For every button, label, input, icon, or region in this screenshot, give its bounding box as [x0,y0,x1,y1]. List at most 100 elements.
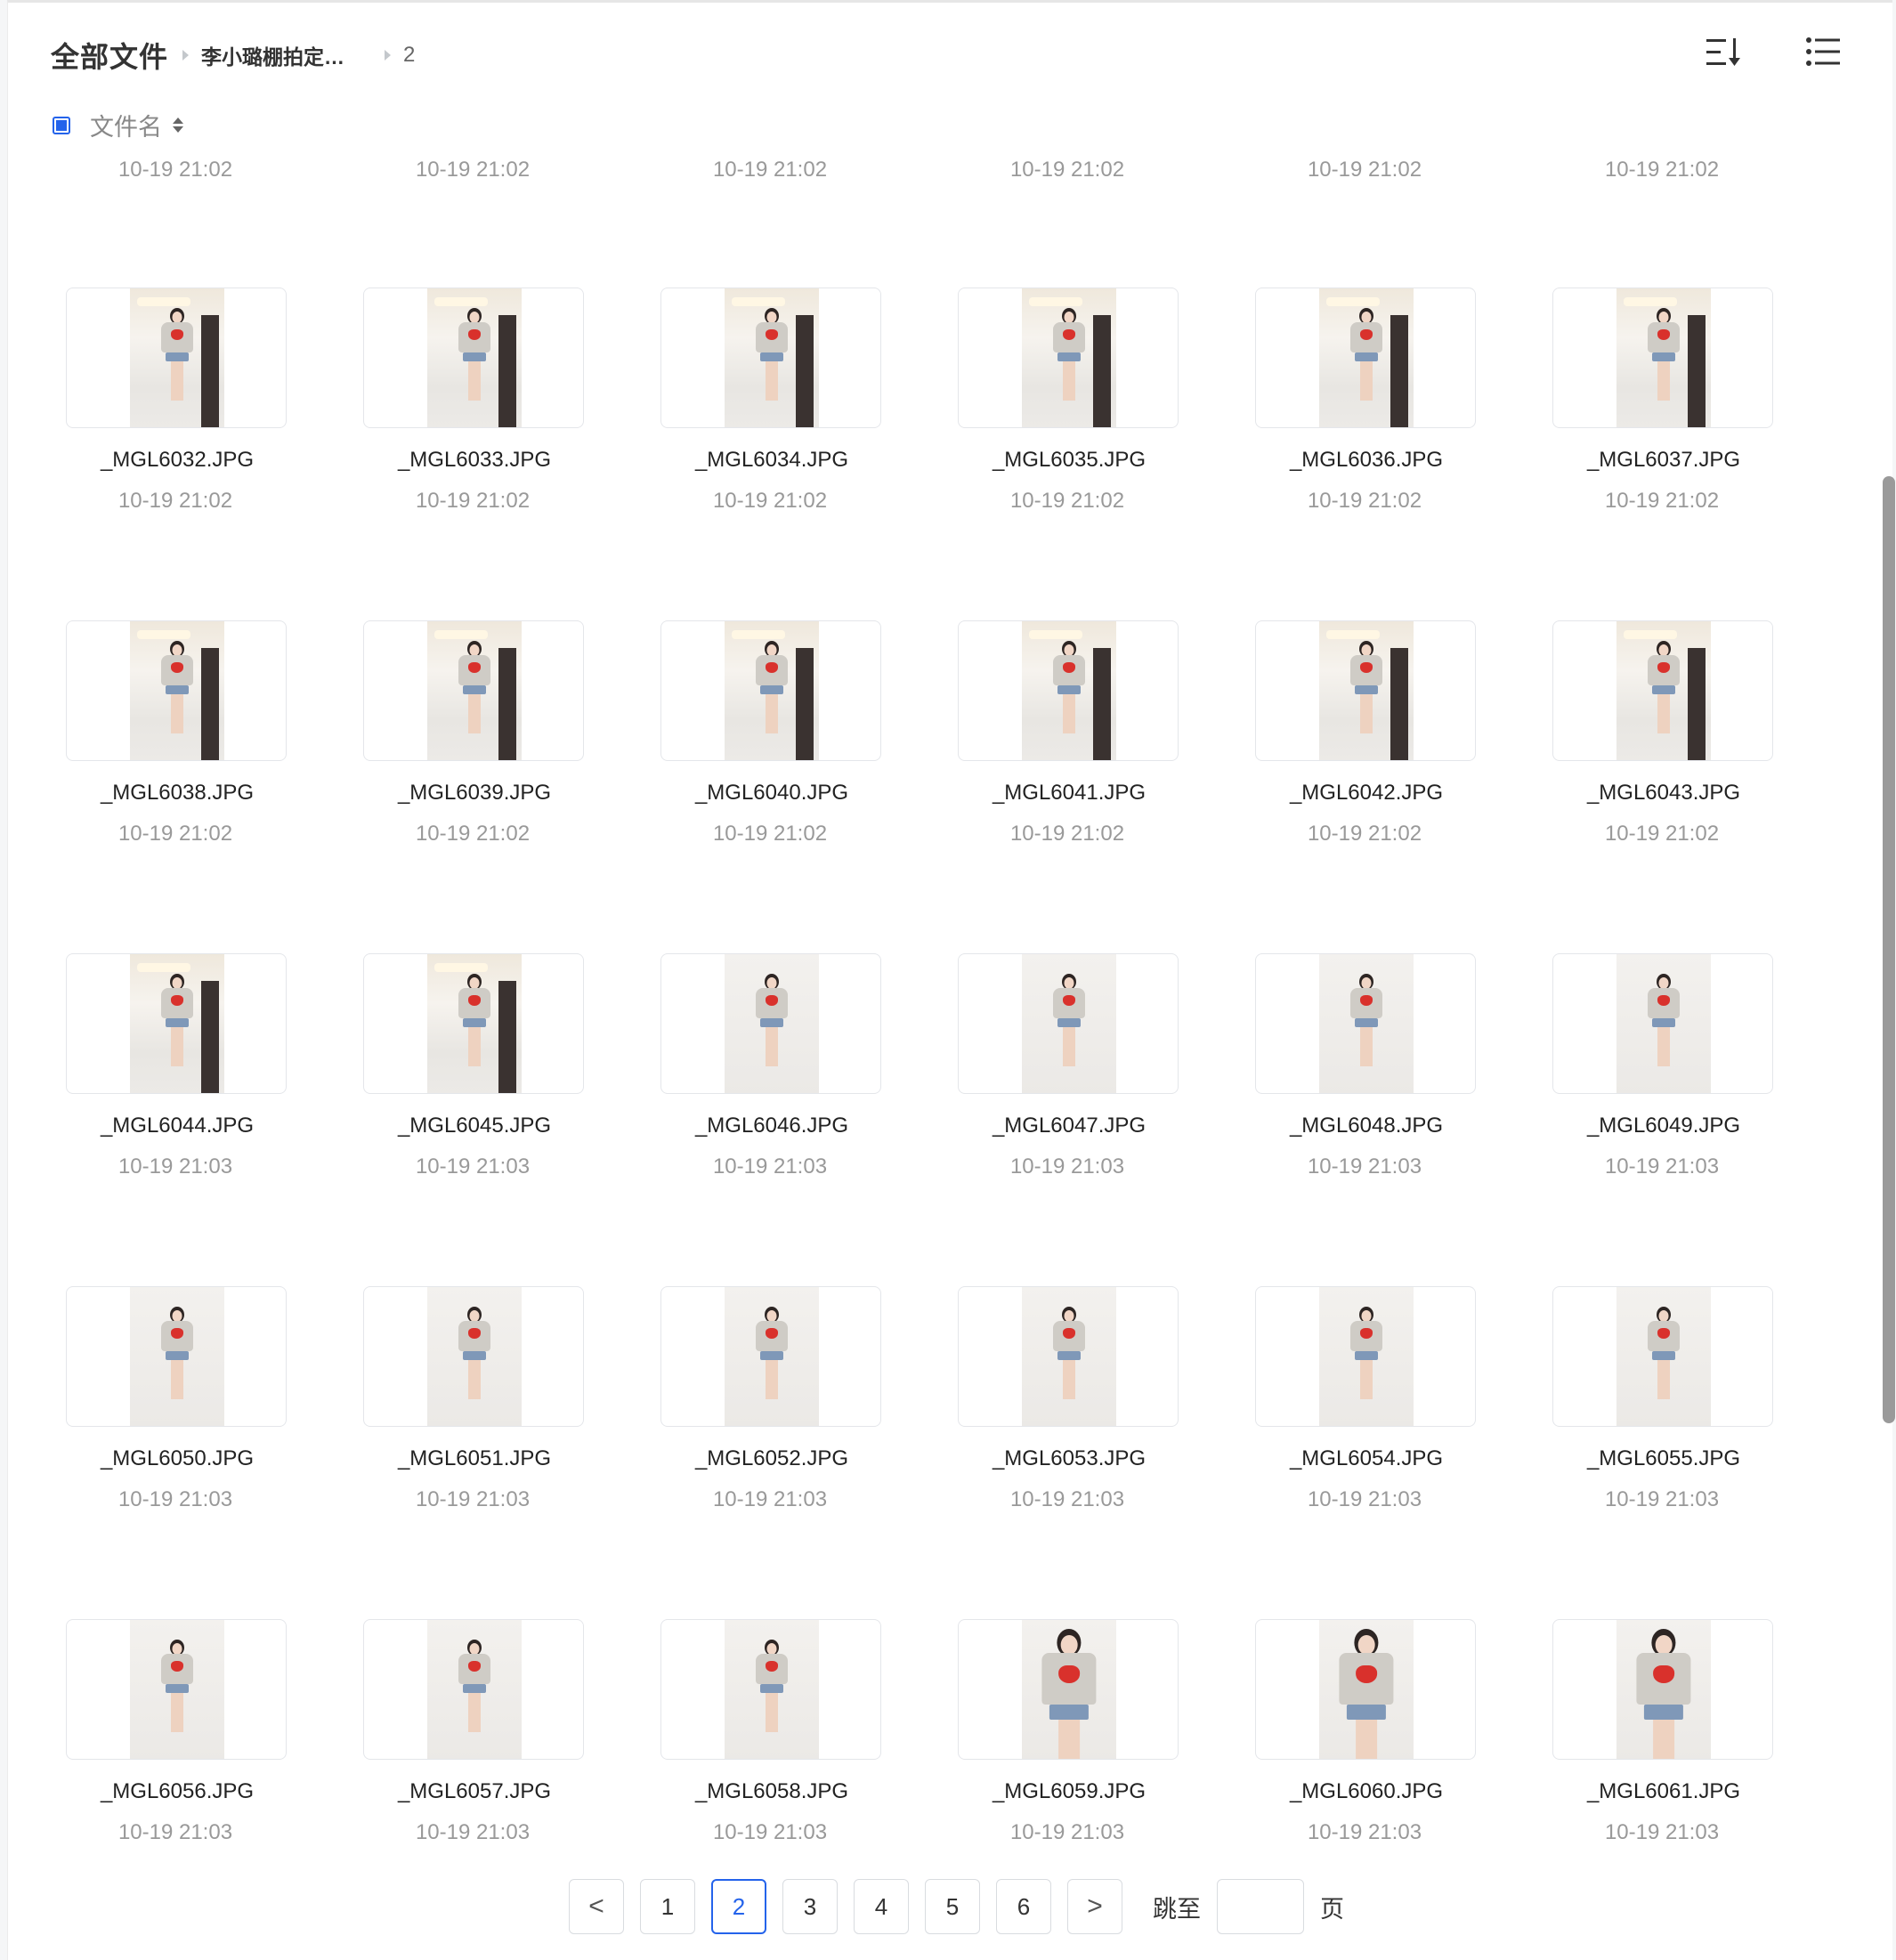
file-thumbnail[interactable] [958,1619,1179,1760]
prev-page-button[interactable]: < [569,1879,624,1934]
file-thumbnail[interactable] [363,1619,584,1760]
file-thumbnail[interactable] [660,1619,881,1760]
file-thumbnail[interactable] [660,288,881,428]
file-name[interactable]: _MGL6058.JPG [660,1779,883,1804]
file-thumbnail[interactable] [958,620,1179,761]
file-name[interactable]: _MGL6033.JPG [363,448,586,473]
file-name[interactable]: _MGL6041.JPG [958,781,1180,806]
breadcrumb-folder[interactable]: 李小璐棚拍定… [201,40,370,70]
photo-thumbnail-image [1319,1287,1414,1426]
file-thumbnail[interactable] [66,620,287,761]
file-name[interactable]: _MGL6059.JPG [958,1779,1180,1804]
file-name[interactable]: _MGL6051.JPG [363,1446,586,1471]
file-time: 10-19 21:02 [712,822,828,846]
file-time: 10-19 21:03 [117,1487,233,1511]
photo-thumbnail-image [427,621,522,760]
column-header-filename[interactable]: 文件名 [90,108,162,142]
file-name[interactable]: _MGL6060.JPG [1255,1779,1478,1804]
header-bar: 全部文件 李小璐棚拍定… 2 [8,3,1892,101]
file-name[interactable]: _MGL6035.JPG [958,448,1180,473]
file-thumbnail[interactable] [66,1286,287,1427]
file-name[interactable]: _MGL6037.JPG [1552,448,1775,473]
sort-icon[interactable] [1706,36,1742,69]
file-time: 10-19 21:02 [415,822,531,846]
photo-thumbnail-image [1616,954,1711,1093]
file-time: 10-19 21:02 [1307,158,1422,182]
file-time: 10-19 21:02 [1604,822,1720,846]
photo-thumbnail-image [725,621,819,760]
file-thumbnail[interactable] [1255,953,1476,1094]
file-time: 10-19 21:02 [415,489,531,513]
file-thumbnail[interactable] [1552,1286,1773,1427]
file-thumbnail[interactable] [1255,1619,1476,1760]
file-thumbnail[interactable] [660,620,881,761]
file-name[interactable]: _MGL6045.JPG [363,1114,586,1138]
file-thumbnail[interactable] [363,620,584,761]
vertical-scrollbar[interactable] [1883,476,1895,1423]
file-name[interactable]: _MGL6044.JPG [66,1114,288,1138]
photo-thumbnail-image [427,288,522,427]
file-thumbnail[interactable] [958,288,1179,428]
file-name[interactable]: _MGL6036.JPG [1255,448,1478,473]
file-name[interactable]: _MGL6034.JPG [660,448,883,473]
file-thumbnail[interactable] [660,953,881,1094]
file-name[interactable]: _MGL6050.JPG [66,1446,288,1471]
file-time: 10-19 21:02 [1009,822,1125,846]
file-time: 10-19 21:03 [1604,1154,1720,1178]
file-thumbnail[interactable] [1552,953,1773,1094]
page-button-5[interactable]: 5 [925,1879,980,1934]
file-name[interactable]: _MGL6038.JPG [66,781,288,806]
file-thumbnail[interactable] [1552,620,1773,761]
file-thumbnail[interactable] [66,1619,287,1760]
file-time: 10-19 21:02 [1009,158,1125,182]
file-name[interactable]: _MGL6046.JPG [660,1114,883,1138]
jump-page-input[interactable] [1217,1879,1304,1934]
file-name[interactable]: _MGL6052.JPG [660,1446,883,1471]
file-thumbnail[interactable] [1552,1619,1773,1760]
file-name[interactable]: _MGL6056.JPG [66,1779,288,1804]
file-name[interactable]: _MGL6042.JPG [1255,781,1478,806]
file-name[interactable]: _MGL6032.JPG [66,448,288,473]
file-name[interactable]: _MGL6057.JPG [363,1779,586,1804]
file-thumbnail[interactable] [363,953,584,1094]
list-view-icon[interactable] [1806,36,1840,67]
file-name[interactable]: _MGL6047.JPG [958,1114,1180,1138]
file-name[interactable]: _MGL6048.JPG [1255,1114,1478,1138]
file-name[interactable]: _MGL6055.JPG [1552,1446,1775,1471]
file-thumbnail[interactable] [1255,1286,1476,1427]
file-thumbnail[interactable] [1255,620,1476,761]
breadcrumb-separator-icon [182,50,190,61]
file-time: 10-19 21:02 [117,489,233,513]
sort-caret-icon[interactable] [173,117,183,133]
file-name[interactable]: _MGL6040.JPG [660,781,883,806]
breadcrumb-root[interactable]: 全部文件 [51,35,168,76]
file-thumbnail[interactable] [1552,288,1773,428]
file-name[interactable]: _MGL6061.JPG [1552,1779,1775,1804]
select-all-checkbox[interactable] [53,116,70,134]
photo-thumbnail-image [1319,954,1414,1093]
page-button-6[interactable]: 6 [996,1879,1051,1934]
file-thumbnail[interactable] [958,1286,1179,1427]
file-name[interactable]: _MGL6053.JPG [958,1446,1180,1471]
file-thumbnail[interactable] [1255,288,1476,428]
page-button-4[interactable]: 4 [854,1879,909,1934]
file-thumbnail[interactable] [66,288,287,428]
photo-thumbnail-image [1616,1620,1711,1759]
file-thumbnail[interactable] [958,953,1179,1094]
breadcrumb-current: 2 [403,43,416,67]
file-name[interactable]: _MGL6043.JPG [1552,781,1775,806]
file-name[interactable]: _MGL6039.JPG [363,781,586,806]
file-time: 10-19 21:02 [1604,158,1720,182]
file-thumbnail[interactable] [363,1286,584,1427]
file-thumbnail[interactable] [66,953,287,1094]
file-thumbnail[interactable] [660,1286,881,1427]
file-time: 10-19 21:03 [117,1154,233,1178]
page-button-2[interactable]: 2 [711,1879,766,1934]
file-thumbnail[interactable] [363,288,584,428]
file-time: 10-19 21:02 [712,158,828,182]
next-page-button[interactable]: > [1067,1879,1122,1934]
file-name[interactable]: _MGL6049.JPG [1552,1114,1775,1138]
file-name[interactable]: _MGL6054.JPG [1255,1446,1478,1471]
page-button-3[interactable]: 3 [782,1879,838,1934]
page-button-1[interactable]: 1 [640,1879,695,1934]
